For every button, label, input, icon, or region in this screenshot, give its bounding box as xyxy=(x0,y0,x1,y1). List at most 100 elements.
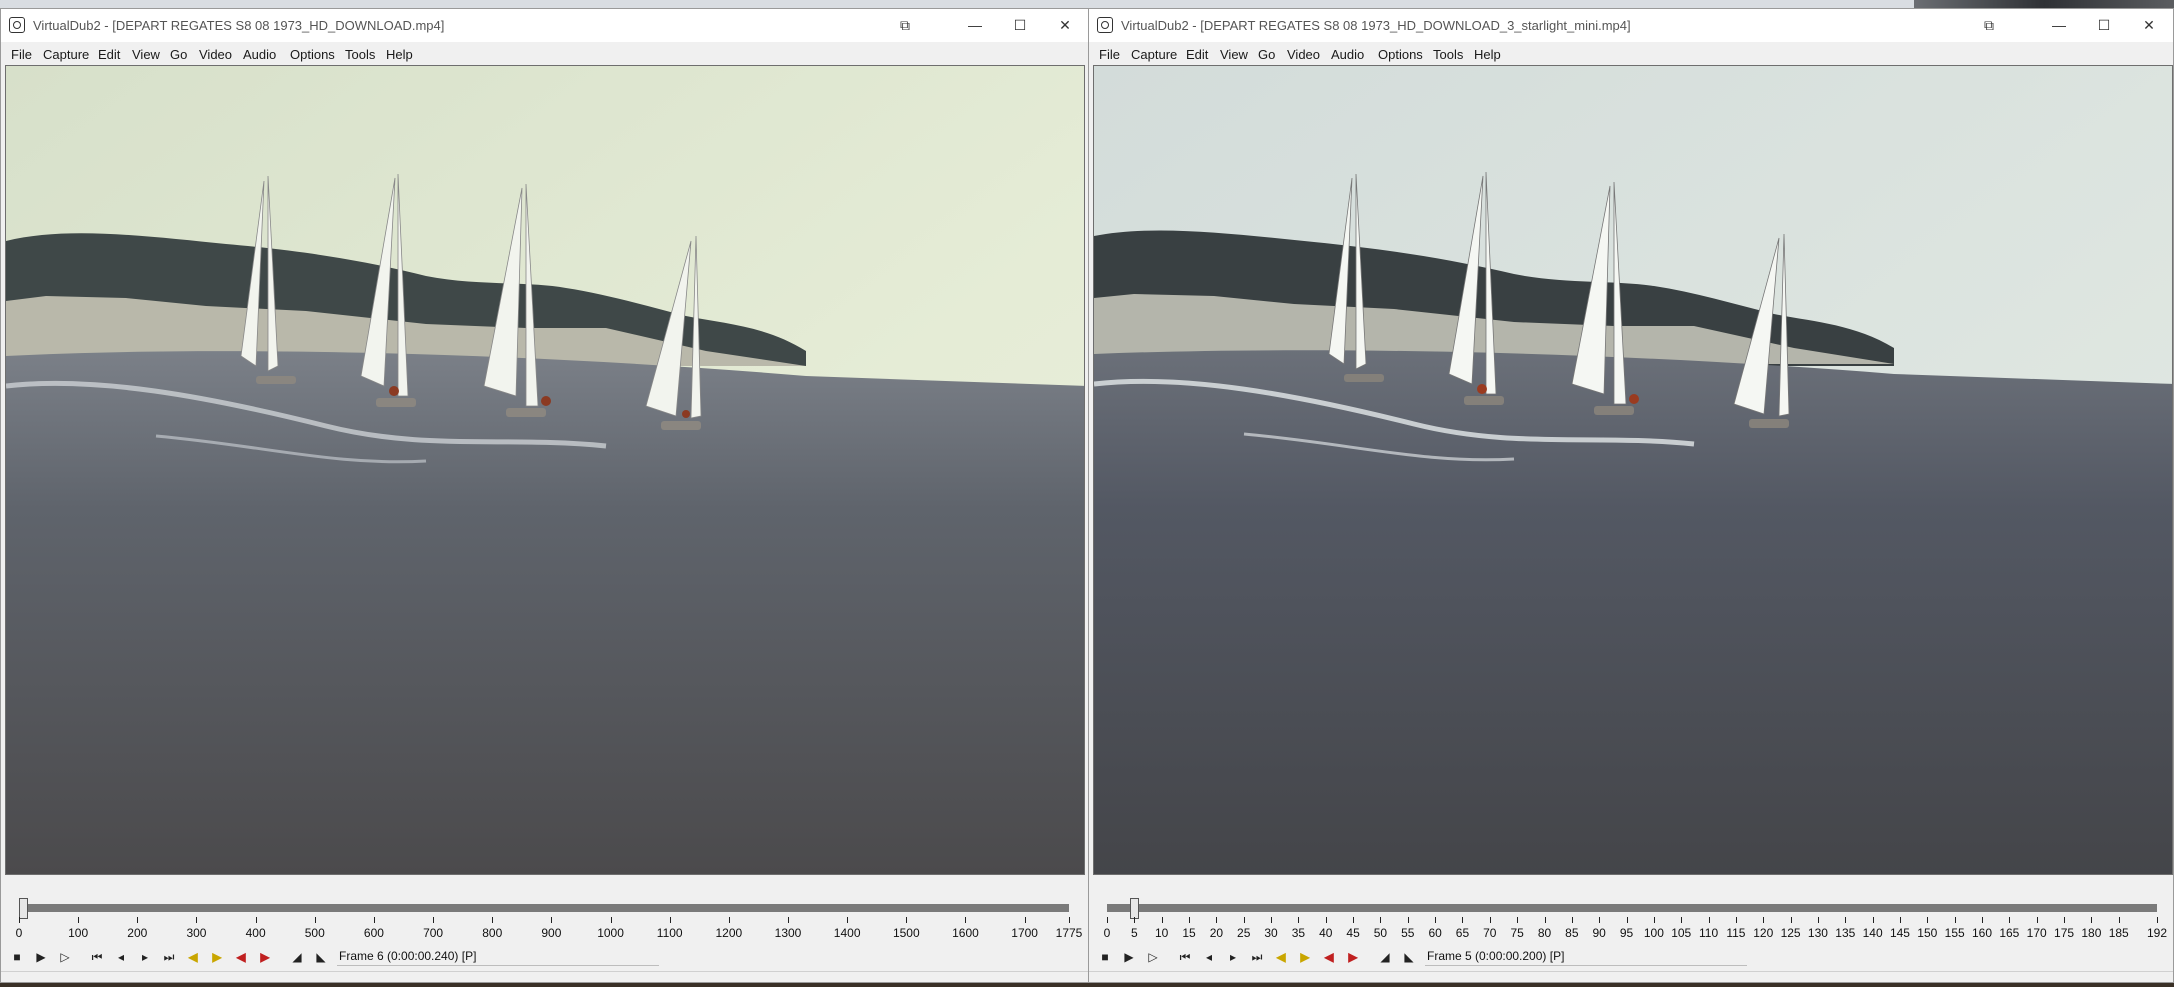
previous-keyframe-icon[interactable]: ◀ xyxy=(1271,947,1291,967)
timeline-tick xyxy=(433,917,435,923)
close-button[interactable]: ✕ xyxy=(2135,15,2163,35)
timeline-tick-label: 40 xyxy=(1319,926,1333,940)
timeline-tick-label: 75 xyxy=(1510,926,1524,940)
mark-out-icon[interactable]: ◣ xyxy=(311,947,331,967)
previous-frame-icon[interactable]: ◂ xyxy=(1199,947,1219,967)
timeline-tick-label: 165 xyxy=(1999,926,2020,940)
previous-frame-icon[interactable]: ◂ xyxy=(111,947,131,967)
title-bar[interactable]: VirtualDub2 - [DEPART REGATES S8 08 1973… xyxy=(1089,9,2173,42)
timeline-slider-track[interactable] xyxy=(1107,904,2157,912)
scene-forward-icon[interactable]: ▶ xyxy=(255,947,275,967)
menu-go[interactable]: Go xyxy=(1258,47,1275,62)
scene-forward-icon[interactable]: ▶ xyxy=(1343,947,1363,967)
video-preview-pane[interactable] xyxy=(1093,65,2173,875)
frame-position-field[interactable]: Frame 6 (0:00:00.240) [P] xyxy=(337,947,659,966)
maximize-button[interactable]: ☐ xyxy=(2090,15,2118,35)
minimize-button[interactable]: — xyxy=(961,15,989,35)
play-output-icon[interactable]: ▷ xyxy=(55,947,75,967)
timeline-tick xyxy=(1790,917,1792,923)
taskbar-edge xyxy=(0,983,2174,987)
video-frame-sailboats xyxy=(1094,66,2172,874)
timeline-tick xyxy=(1954,917,1956,923)
video-preview-pane[interactable] xyxy=(5,65,1085,875)
mark-out-icon[interactable]: ◣ xyxy=(1399,947,1419,967)
timeline-tick-label: 50 xyxy=(1373,926,1388,940)
timeline-tick-label: 45 xyxy=(1346,926,1360,940)
window-mode-button[interactable]: ⧉ xyxy=(1975,15,2003,35)
scene-back-icon[interactable]: ◀ xyxy=(231,947,251,967)
next-frame-icon[interactable]: ▸ xyxy=(135,947,155,967)
timeline-tick-label: 95 xyxy=(1619,926,1634,940)
title-bar[interactable]: VirtualDub2 - [DEPART REGATES S8 08 1973… xyxy=(1,9,1089,42)
menu-go[interactable]: Go xyxy=(170,47,187,62)
menu-help[interactable]: Help xyxy=(1474,47,1501,62)
go-to-end-icon[interactable]: ⏭ xyxy=(159,947,179,967)
menu-capture[interactable]: Capture xyxy=(43,47,89,62)
virtualdub-window-processed[interactable]: VirtualDub2 - [DEPART REGATES S8 08 1973… xyxy=(1088,8,2174,983)
timeline-tick-label: 55 xyxy=(1401,926,1415,940)
menu-audio[interactable]: Audio xyxy=(1331,47,1364,62)
timeline-tick-label: 0 xyxy=(1103,926,1111,940)
playback-controls: ■ ▶ ▷ ⏮ ◂ ▸ ⏭ ◀ ▶ ◀ ▶ ◢ ◣ Frame 5 (0:00:… xyxy=(1089,947,2173,969)
timeline-tick xyxy=(2118,917,2120,923)
timeline-tick xyxy=(2157,917,2158,923)
timeline-tick xyxy=(314,917,316,923)
timeline-tick-label: 140 xyxy=(1862,926,1883,940)
close-button[interactable]: ✕ xyxy=(1051,15,1079,35)
menu-video[interactable]: Video xyxy=(1287,47,1320,62)
timeline-tick xyxy=(2091,917,2093,923)
menu-video[interactable]: Video xyxy=(199,47,232,62)
menu-options[interactable]: Options xyxy=(1378,47,1423,62)
stop-icon[interactable]: ■ xyxy=(7,947,27,967)
next-frame-icon[interactable]: ▸ xyxy=(1223,947,1243,967)
menu-tools[interactable]: Tools xyxy=(345,47,375,62)
menu-audio[interactable]: Audio xyxy=(243,47,276,62)
menu-file[interactable]: File xyxy=(11,47,32,62)
timeline-tick-label: 90 xyxy=(1592,926,1606,940)
timeline-tick-label: 10 xyxy=(1155,926,1169,940)
go-to-start-icon[interactable]: ⏮ xyxy=(87,947,107,967)
timeline-slider-thumb[interactable] xyxy=(18,898,28,919)
timeline-tick-label: 115 xyxy=(1726,926,1746,940)
mark-in-icon[interactable]: ◢ xyxy=(287,947,307,967)
next-keyframe-icon[interactable]: ▶ xyxy=(207,947,227,967)
next-keyframe-icon[interactable]: ▶ xyxy=(1295,947,1315,967)
timeline-tick-label: 175 xyxy=(2054,926,2075,940)
menu-view[interactable]: View xyxy=(1220,47,1248,62)
timeline-tick-label: 0 xyxy=(15,926,23,940)
play-input-icon[interactable]: ▶ xyxy=(1119,947,1139,967)
timeline-tick xyxy=(1271,917,1273,923)
menu-tools[interactable]: Tools xyxy=(1433,47,1463,62)
previous-keyframe-icon[interactable]: ◀ xyxy=(183,947,203,967)
window-mode-button[interactable]: ⧉ xyxy=(891,15,919,35)
menu-file[interactable]: File xyxy=(1099,47,1120,62)
go-to-start-icon[interactable]: ⏮ xyxy=(1175,947,1195,967)
timeline-slider-thumb[interactable] xyxy=(1130,898,1140,919)
menu-edit[interactable]: Edit xyxy=(98,47,120,62)
timeline-tick xyxy=(1571,917,1573,923)
minimize-button[interactable]: — xyxy=(2045,15,2073,35)
timeline-tick-label: 1000 xyxy=(597,926,624,940)
timeline-tick-label: 30 xyxy=(1264,926,1278,940)
menu-help[interactable]: Help xyxy=(386,47,413,62)
stop-icon[interactable]: ■ xyxy=(1095,947,1115,967)
timeline-tick-label: 70 xyxy=(1483,926,1497,940)
virtualdub-window-original[interactable]: VirtualDub2 - [DEPART REGATES S8 08 1973… xyxy=(0,8,1090,983)
mark-in-icon[interactable]: ◢ xyxy=(1375,947,1395,967)
menu-options[interactable]: Options xyxy=(290,47,335,62)
maximize-button[interactable]: ☐ xyxy=(1006,15,1034,35)
play-output-icon[interactable]: ▷ xyxy=(1143,947,1163,967)
timeline-tick xyxy=(492,917,494,923)
timeline-slider-track[interactable] xyxy=(19,904,1069,912)
timeline-tick xyxy=(1325,917,1327,923)
menu-view[interactable]: View xyxy=(132,47,160,62)
go-to-end-icon[interactable]: ⏭ xyxy=(1247,947,1267,967)
timeline-tick xyxy=(1243,917,1245,923)
timeline-tick-label: 155 xyxy=(1944,926,1965,940)
frame-position-field[interactable]: Frame 5 (0:00:00.200) [P] xyxy=(1425,947,1747,966)
play-input-icon[interactable]: ▶ xyxy=(31,947,51,967)
timeline-tick-label: 80 xyxy=(1537,926,1552,940)
menu-edit[interactable]: Edit xyxy=(1186,47,1208,62)
scene-back-icon[interactable]: ◀ xyxy=(1319,947,1339,967)
menu-capture[interactable]: Capture xyxy=(1131,47,1177,62)
